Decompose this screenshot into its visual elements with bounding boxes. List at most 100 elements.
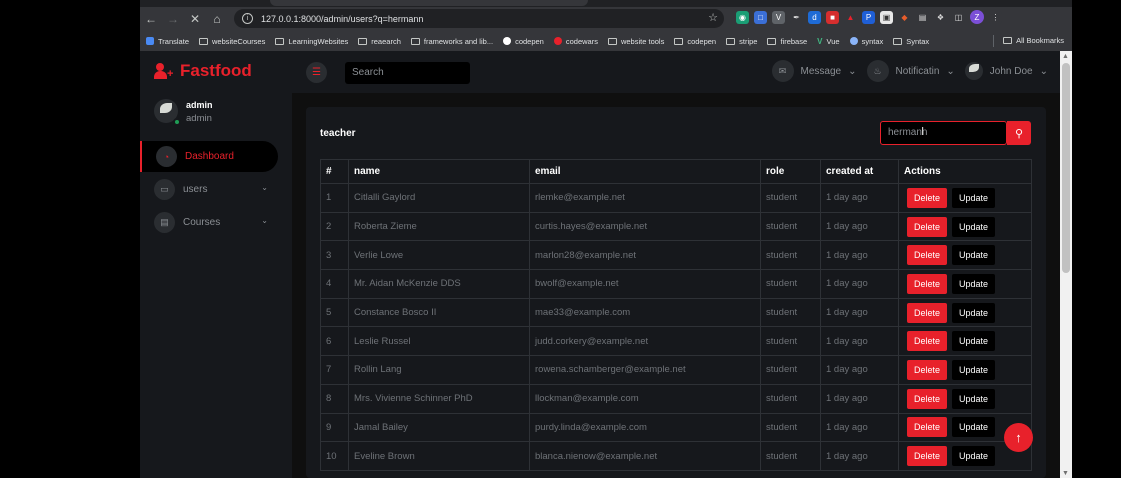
stop-icon[interactable]: ✕ bbox=[184, 9, 206, 29]
all-bookmarks[interactable]: All Bookmarks bbox=[1003, 36, 1064, 45]
update-button[interactable]: Update bbox=[952, 331, 996, 352]
extension-icon[interactable]: ▲ bbox=[844, 10, 857, 24]
update-button[interactable]: Update bbox=[952, 359, 996, 380]
delete-button[interactable]: Delete bbox=[907, 417, 948, 438]
chevron-down-icon: ⌄ bbox=[261, 216, 268, 225]
sidebar-item-courses[interactable]: ▤ Courses ⌄ bbox=[140, 207, 278, 238]
extension-icon[interactable]: d bbox=[808, 10, 821, 24]
extension-icon[interactable]: ▣ bbox=[880, 10, 893, 24]
folder-icon bbox=[275, 37, 285, 45]
cell-name: Mr. Aidan McKenzie DDS bbox=[348, 269, 530, 299]
menu-toggle-icon[interactable]: ☰ bbox=[306, 62, 327, 83]
forward-icon[interactable]: → bbox=[162, 9, 184, 29]
update-button[interactable]: Update bbox=[952, 302, 996, 323]
bookmark-item[interactable]: websiteCourses bbox=[199, 37, 265, 46]
users-table: # name email role created at Actions 1 Ci… bbox=[320, 159, 1032, 471]
update-button[interactable]: Update bbox=[952, 187, 996, 208]
sidepanel-icon[interactable]: ◫ bbox=[952, 10, 965, 24]
back-icon[interactable]: ← bbox=[140, 9, 162, 29]
cell-role: student bbox=[760, 326, 821, 357]
menu-dots-icon[interactable]: ⋮ bbox=[989, 10, 1002, 24]
cell-name: Citlalli Gaylord bbox=[348, 183, 530, 213]
cell-name: Verlie Lowe bbox=[348, 240, 530, 271]
delete-button[interactable]: Delete bbox=[907, 302, 948, 323]
cell-role: student bbox=[760, 441, 821, 471]
bookmark-item[interactable]: LearningWebsites bbox=[275, 37, 348, 46]
cell-name: Eveline Brown bbox=[348, 441, 530, 471]
envelope-icon: ✉ bbox=[771, 60, 794, 82]
table-row: 1 Citlalli Gaylord rlemke@example.net stude… bbox=[320, 183, 1032, 213]
brand-name: Fastfood bbox=[180, 61, 252, 80]
search-input[interactable]: Search bbox=[345, 62, 470, 84]
bookmark-item[interactable]: firebase bbox=[767, 37, 807, 46]
puzzle-icon[interactable]: ❖ bbox=[934, 10, 947, 24]
home-icon[interactable]: ⌂ bbox=[206, 9, 228, 29]
delete-button[interactable]: Delete bbox=[907, 331, 948, 352]
laptop-icon: ▭ bbox=[154, 179, 175, 200]
bookmark-item[interactable]: codepen bbox=[674, 37, 716, 46]
update-button[interactable]: Update bbox=[952, 388, 996, 409]
cell-actions: Delete Update bbox=[898, 355, 1032, 385]
search-button[interactable]: ⚲ bbox=[1007, 121, 1031, 145]
bookmark-item[interactable]: codepen bbox=[503, 37, 544, 46]
scroll-up-icon[interactable]: ▲ bbox=[1062, 53, 1069, 60]
address-bar[interactable]: i 127.0.0.1:8000/admin/users?q=hermann ☆ bbox=[234, 9, 724, 28]
update-button[interactable]: Update bbox=[952, 417, 996, 438]
cell-id: 7 bbox=[320, 355, 349, 385]
message-label: Message bbox=[800, 65, 842, 77]
delete-button[interactable]: Delete bbox=[907, 245, 948, 266]
delete-button[interactable]: Delete bbox=[907, 446, 948, 467]
cell-name: Leslie Russel bbox=[348, 326, 530, 357]
codewars-icon bbox=[553, 37, 562, 45]
delete-button[interactable]: Delete bbox=[907, 273, 948, 294]
brand[interactable]: + Fastfood bbox=[154, 61, 252, 81]
bookmark-item[interactable]: syntax bbox=[849, 37, 883, 46]
site-info-icon[interactable]: i bbox=[242, 13, 253, 24]
scrollbar-thumb[interactable] bbox=[1062, 63, 1070, 273]
bookmark-item[interactable]: V Vue bbox=[817, 37, 839, 46]
delete-button[interactable]: Delete bbox=[907, 187, 948, 208]
scroll-down-icon[interactable]: ▼ bbox=[1062, 470, 1069, 477]
update-button[interactable]: Update bbox=[952, 245, 996, 266]
extension-icon[interactable]: V bbox=[772, 10, 785, 24]
extension-icon[interactable]: ■ bbox=[826, 10, 839, 24]
update-button[interactable]: Update bbox=[952, 216, 996, 237]
update-button[interactable]: Update bbox=[952, 273, 996, 294]
cell-actions: Delete Update bbox=[898, 211, 1032, 242]
bookmark-item[interactable]: reaearch bbox=[358, 37, 401, 46]
folder-icon bbox=[1003, 37, 1013, 44]
bookmark-item[interactable]: frameworks and lib... bbox=[410, 37, 493, 46]
bookmark-item[interactable]: Syntax bbox=[893, 37, 929, 46]
column-header: created at bbox=[820, 159, 899, 184]
active-tab[interactable] bbox=[270, 0, 588, 6]
eyedropper-icon[interactable]: ✒ bbox=[790, 10, 803, 24]
cell-role: student bbox=[760, 269, 821, 299]
bookmark-item[interactable]: stripe bbox=[726, 37, 757, 46]
bookmark-item[interactable]: Translate bbox=[146, 37, 189, 46]
delete-button[interactable]: Delete bbox=[907, 359, 948, 380]
cell-email: purdy.linda@example.com bbox=[529, 412, 761, 443]
profile-dropdown[interactable]: John Doe ⌄ bbox=[964, 62, 1048, 80]
extension-icon[interactable]: P bbox=[862, 10, 875, 24]
extension-icon[interactable]: ◆ bbox=[898, 10, 911, 24]
message-dropdown[interactable]: ✉ Message ⌄ bbox=[771, 60, 857, 82]
extensions-area: ◉ □ V ✒ d ■ ▲ P ▣ ◆ ▤ ❖ ◫ Z ⋮ bbox=[736, 10, 1002, 24]
extension-icon[interactable]: ◉ bbox=[736, 10, 749, 24]
table-row: 4 Mr. Aidan McKenzie DDS bwolf@example.net… bbox=[320, 269, 1032, 299]
bookmark-item[interactable]: website tools bbox=[607, 37, 664, 46]
delete-button[interactable]: Delete bbox=[907, 216, 948, 237]
bookmark-item[interactable]: codewars bbox=[553, 37, 598, 46]
document-icon[interactable]: ▤ bbox=[916, 10, 929, 24]
delete-button[interactable]: Delete bbox=[907, 388, 948, 409]
sidebar-item-users[interactable]: ▭ users ⌄ bbox=[140, 174, 278, 205]
sidebar-item-dashboard[interactable]: ◔ Dashboard bbox=[140, 141, 278, 172]
extension-icon[interactable]: □ bbox=[754, 10, 767, 24]
profile-avatar[interactable]: Z bbox=[970, 10, 984, 24]
notification-dropdown[interactable]: ♨ Notificatin ⌄ bbox=[866, 60, 955, 82]
cell-created-at: 1 day ago bbox=[820, 269, 899, 299]
bookmark-star-icon[interactable]: ☆ bbox=[708, 11, 718, 24]
scroll-top-button[interactable]: ↑ bbox=[1004, 423, 1033, 452]
user-search-input[interactable]: hermann Ⅰ bbox=[880, 121, 1007, 145]
page-scrollbar[interactable]: ▲ ▼ bbox=[1060, 51, 1072, 478]
update-button[interactable]: Update bbox=[952, 446, 996, 467]
